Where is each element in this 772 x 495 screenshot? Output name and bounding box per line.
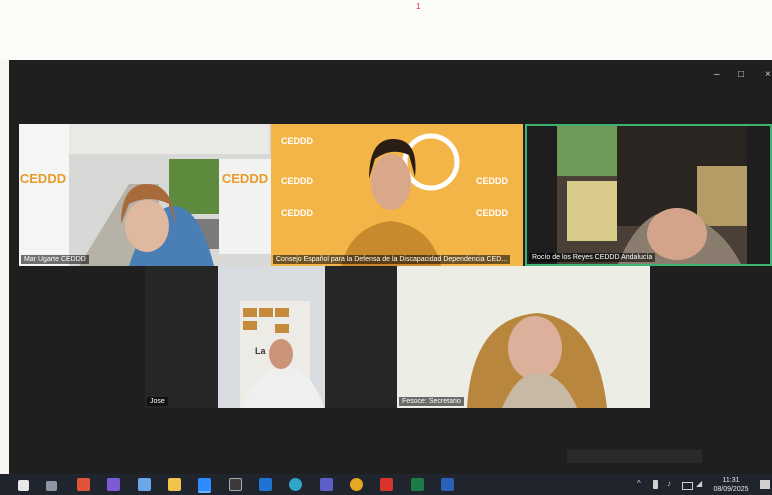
video-tile-2[interactable]: CEDDD CEDDD CEDDD CEDDD CEDDD Consejo Es… (271, 124, 523, 266)
calculator-icon[interactable] (229, 478, 242, 491)
participant-name: Jose (147, 397, 168, 406)
chrome-icon[interactable] (350, 478, 363, 491)
page-number: 1 (416, 2, 421, 11)
teams-icon[interactable] (320, 478, 333, 491)
participant-name: Rocío de los Reyes CEDDD Andalucía (529, 253, 656, 262)
participant-name: Fesoce: Secretario (399, 397, 464, 406)
cedd-logo-pattern-2: CEDDD (281, 176, 314, 186)
word-icon[interactable] (441, 478, 454, 491)
cedd-logo-right: CEDDD (221, 171, 269, 186)
clock-date: 08/09/2025 (713, 486, 749, 493)
tray-caret-icon[interactable]: ^ (637, 479, 641, 488)
participant-name: Consejo Español para la Defensa de la Di… (273, 255, 511, 264)
video-tile-5[interactable]: Fesoce: Secretario (397, 266, 650, 408)
video-tile-3-active-speaker[interactable]: Rocío de los Reyes CEDDD Andalucía (525, 124, 772, 266)
file-explorer-icon[interactable] (168, 478, 181, 491)
clock-time: 11:31 (722, 477, 740, 484)
chat-icon[interactable] (138, 478, 151, 491)
task-view-icon[interactable] (46, 481, 57, 491)
pdf-icon[interactable] (380, 478, 393, 491)
excel-icon[interactable] (411, 478, 424, 491)
battery-icon[interactable] (682, 482, 693, 490)
edge-icon[interactable] (289, 478, 302, 491)
network-icon[interactable]: ◢ (696, 479, 702, 488)
outlook-icon[interactable] (259, 478, 272, 491)
windows-start-icon[interactable] (18, 480, 29, 491)
maximize-button[interactable]: □ (738, 70, 744, 80)
document-page-top: 1 (0, 0, 772, 60)
plain-wall-background (397, 266, 650, 408)
close-button[interactable]: × (765, 70, 771, 80)
cedd-logo-left: CEDDD (19, 171, 67, 186)
app-icon[interactable] (77, 478, 90, 491)
notification-icon[interactable] (760, 480, 770, 489)
volume-icon[interactable]: ♪ (667, 479, 671, 488)
video-app-icon[interactable] (107, 478, 120, 491)
office-banner-background (218, 266, 325, 408)
cedd-logo-pattern-3: CEDDD (281, 208, 314, 218)
participant-name: Mar Ugarte CEDDD (21, 255, 89, 264)
cedd-logo-pattern-5: CEDDD (476, 208, 509, 218)
zoom-icon[interactable] (198, 478, 211, 493)
balcony-background (557, 126, 747, 264)
office-background (19, 124, 271, 266)
video-tile-4[interactable]: La Jose (145, 266, 397, 408)
taskbar-clock[interactable]: 11:31 08/09/2025 (705, 474, 757, 494)
la-banner-text: La (255, 346, 266, 356)
usb-icon[interactable] (653, 480, 658, 489)
video-tile-1[interactable]: CEDDD CEDDD Mar Ugarte CEDDD (19, 124, 271, 266)
minimize-button[interactable]: – (714, 70, 720, 80)
cedd-logo-pattern-4: CEDDD (476, 176, 509, 186)
cedd-logo-pattern-1: CEDDD (281, 136, 314, 146)
meeting-controls-bar (567, 450, 702, 463)
